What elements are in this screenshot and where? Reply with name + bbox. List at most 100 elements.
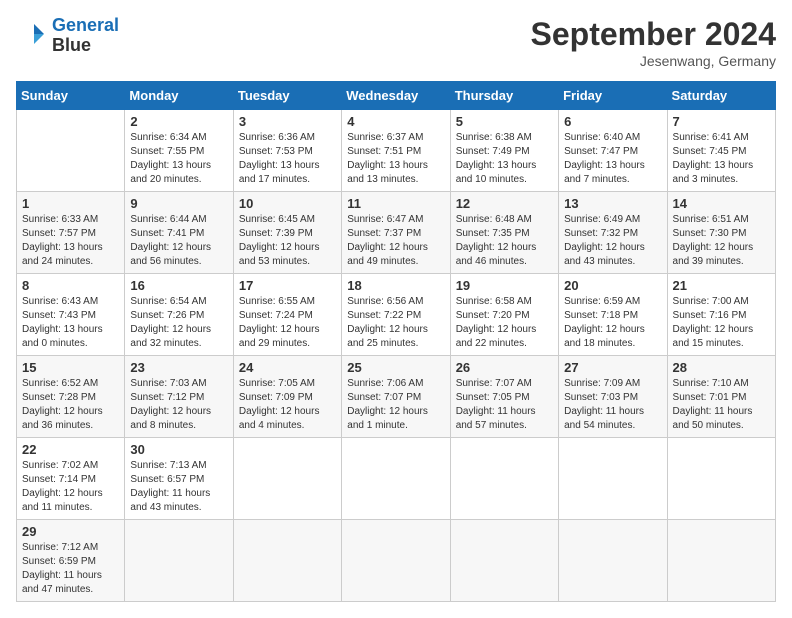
day-info: Sunrise: 6:54 AM Sunset: 7:26 PM Dayligh… (130, 295, 227, 351)
daylight-text: Daylight: 12 hours and 11 minutes. (22, 488, 103, 513)
sunset-text: Sunset: 7:20 PM (456, 310, 530, 321)
col-tuesday: Tuesday (233, 82, 341, 110)
day-number: 21 (673, 278, 770, 293)
calendar-cell (342, 520, 450, 602)
sunrise-text: Sunrise: 7:12 AM (22, 542, 98, 553)
calendar-cell (17, 110, 125, 192)
day-info: Sunrise: 7:02 AM Sunset: 7:14 PM Dayligh… (22, 459, 119, 515)
logo-text: GeneralBlue (52, 16, 119, 56)
sunrise-text: Sunrise: 6:34 AM (130, 132, 206, 143)
calendar-table: Sunday Monday Tuesday Wednesday Thursday… (16, 81, 776, 602)
daylight-text: Daylight: 12 hours and 49 minutes. (347, 242, 428, 267)
calendar-week-row: 29 Sunrise: 7:12 AM Sunset: 6:59 PM Dayl… (17, 520, 776, 602)
day-number: 2 (130, 114, 227, 129)
sunrise-text: Sunrise: 7:07 AM (456, 378, 532, 389)
calendar-cell (125, 520, 233, 602)
calendar-cell: 22 Sunrise: 7:02 AM Sunset: 7:14 PM Dayl… (17, 438, 125, 520)
sunrise-text: Sunrise: 6:56 AM (347, 296, 423, 307)
calendar-cell: 21 Sunrise: 7:00 AM Sunset: 7:16 PM Dayl… (667, 274, 775, 356)
sunrise-text: Sunrise: 6:37 AM (347, 132, 423, 143)
daylight-text: Daylight: 12 hours and 53 minutes. (239, 242, 320, 267)
sunset-text: Sunset: 7:45 PM (673, 146, 747, 157)
day-info: Sunrise: 6:40 AM Sunset: 7:47 PM Dayligh… (564, 131, 661, 187)
daylight-text: Daylight: 13 hours and 20 minutes. (130, 160, 211, 185)
sunrise-text: Sunrise: 6:33 AM (22, 214, 98, 225)
sunrise-text: Sunrise: 7:10 AM (673, 378, 749, 389)
calendar-week-row: 15 Sunrise: 6:52 AM Sunset: 7:28 PM Dayl… (17, 356, 776, 438)
day-info: Sunrise: 6:38 AM Sunset: 7:49 PM Dayligh… (456, 131, 553, 187)
sunrise-text: Sunrise: 7:13 AM (130, 460, 206, 471)
day-number: 29 (22, 524, 119, 539)
daylight-text: Daylight: 12 hours and 46 minutes. (456, 242, 537, 267)
sunrise-text: Sunrise: 7:00 AM (673, 296, 749, 307)
location: Jesenwang, Germany (531, 53, 776, 69)
daylight-text: Daylight: 12 hours and 29 minutes. (239, 324, 320, 349)
sunset-text: Sunset: 7:14 PM (22, 474, 96, 485)
sunrise-text: Sunrise: 7:05 AM (239, 378, 315, 389)
daylight-text: Daylight: 12 hours and 1 minute. (347, 406, 428, 431)
sunset-text: Sunset: 7:22 PM (347, 310, 421, 321)
calendar-cell (559, 438, 667, 520)
sunset-text: Sunset: 7:32 PM (564, 228, 638, 239)
sunrise-text: Sunrise: 6:49 AM (564, 214, 640, 225)
day-number: 6 (564, 114, 661, 129)
sunrise-text: Sunrise: 6:43 AM (22, 296, 98, 307)
calendar-cell: 26 Sunrise: 7:07 AM Sunset: 7:05 PM Dayl… (450, 356, 558, 438)
col-wednesday: Wednesday (342, 82, 450, 110)
calendar-cell: 7 Sunrise: 6:41 AM Sunset: 7:45 PM Dayli… (667, 110, 775, 192)
day-number: 8 (22, 278, 119, 293)
day-info: Sunrise: 6:44 AM Sunset: 7:41 PM Dayligh… (130, 213, 227, 269)
calendar-cell (667, 438, 775, 520)
sunrise-text: Sunrise: 6:54 AM (130, 296, 206, 307)
sunrise-text: Sunrise: 6:38 AM (456, 132, 532, 143)
sunset-text: Sunset: 6:59 PM (22, 556, 96, 567)
calendar-cell: 5 Sunrise: 6:38 AM Sunset: 7:49 PM Dayli… (450, 110, 558, 192)
sunrise-text: Sunrise: 6:48 AM (456, 214, 532, 225)
sunrise-text: Sunrise: 6:58 AM (456, 296, 532, 307)
day-info: Sunrise: 6:56 AM Sunset: 7:22 PM Dayligh… (347, 295, 444, 351)
calendar-header-row: Sunday Monday Tuesday Wednesday Thursday… (17, 82, 776, 110)
daylight-text: Daylight: 12 hours and 32 minutes. (130, 324, 211, 349)
sunset-text: Sunset: 7:16 PM (673, 310, 747, 321)
sunset-text: Sunset: 7:51 PM (347, 146, 421, 157)
sunset-text: Sunset: 7:37 PM (347, 228, 421, 239)
daylight-text: Daylight: 11 hours and 47 minutes. (22, 570, 102, 595)
day-info: Sunrise: 7:07 AM Sunset: 7:05 PM Dayligh… (456, 377, 553, 433)
sunset-text: Sunset: 7:07 PM (347, 392, 421, 403)
month-title: September 2024 (531, 16, 776, 53)
calendar-cell: 20 Sunrise: 6:59 AM Sunset: 7:18 PM Dayl… (559, 274, 667, 356)
calendar-cell (450, 520, 558, 602)
logo: GeneralBlue (16, 16, 119, 56)
daylight-text: Daylight: 12 hours and 18 minutes. (564, 324, 645, 349)
daylight-text: Daylight: 13 hours and 3 minutes. (673, 160, 754, 185)
calendar-week-row: 2 Sunrise: 6:34 AM Sunset: 7:55 PM Dayli… (17, 110, 776, 192)
calendar-cell: 8 Sunrise: 6:43 AM Sunset: 7:43 PM Dayli… (17, 274, 125, 356)
day-number: 10 (239, 196, 336, 211)
day-info: Sunrise: 7:09 AM Sunset: 7:03 PM Dayligh… (564, 377, 661, 433)
day-info: Sunrise: 7:13 AM Sunset: 6:57 PM Dayligh… (130, 459, 227, 515)
sunrise-text: Sunrise: 7:06 AM (347, 378, 423, 389)
calendar-cell: 18 Sunrise: 6:56 AM Sunset: 7:22 PM Dayl… (342, 274, 450, 356)
calendar-cell (233, 438, 341, 520)
sunset-text: Sunset: 7:09 PM (239, 392, 313, 403)
sunset-text: Sunset: 7:01 PM (673, 392, 747, 403)
sunrise-text: Sunrise: 6:36 AM (239, 132, 315, 143)
calendar-cell (667, 520, 775, 602)
daylight-text: Daylight: 13 hours and 0 minutes. (22, 324, 103, 349)
daylight-text: Daylight: 12 hours and 25 minutes. (347, 324, 428, 349)
day-number: 5 (456, 114, 553, 129)
day-info: Sunrise: 7:06 AM Sunset: 7:07 PM Dayligh… (347, 377, 444, 433)
day-info: Sunrise: 6:59 AM Sunset: 7:18 PM Dayligh… (564, 295, 661, 351)
daylight-text: Daylight: 12 hours and 36 minutes. (22, 406, 103, 431)
sunset-text: Sunset: 7:47 PM (564, 146, 638, 157)
calendar-cell: 27 Sunrise: 7:09 AM Sunset: 7:03 PM Dayl… (559, 356, 667, 438)
sunrise-text: Sunrise: 6:47 AM (347, 214, 423, 225)
calendar-cell: 2 Sunrise: 6:34 AM Sunset: 7:55 PM Dayli… (125, 110, 233, 192)
daylight-text: Daylight: 12 hours and 39 minutes. (673, 242, 754, 267)
calendar-cell: 29 Sunrise: 7:12 AM Sunset: 6:59 PM Dayl… (17, 520, 125, 602)
sunset-text: Sunset: 7:43 PM (22, 310, 96, 321)
sunset-text: Sunset: 7:26 PM (130, 310, 204, 321)
calendar-cell: 28 Sunrise: 7:10 AM Sunset: 7:01 PM Dayl… (667, 356, 775, 438)
sunrise-text: Sunrise: 6:51 AM (673, 214, 749, 225)
sunrise-text: Sunrise: 6:40 AM (564, 132, 640, 143)
